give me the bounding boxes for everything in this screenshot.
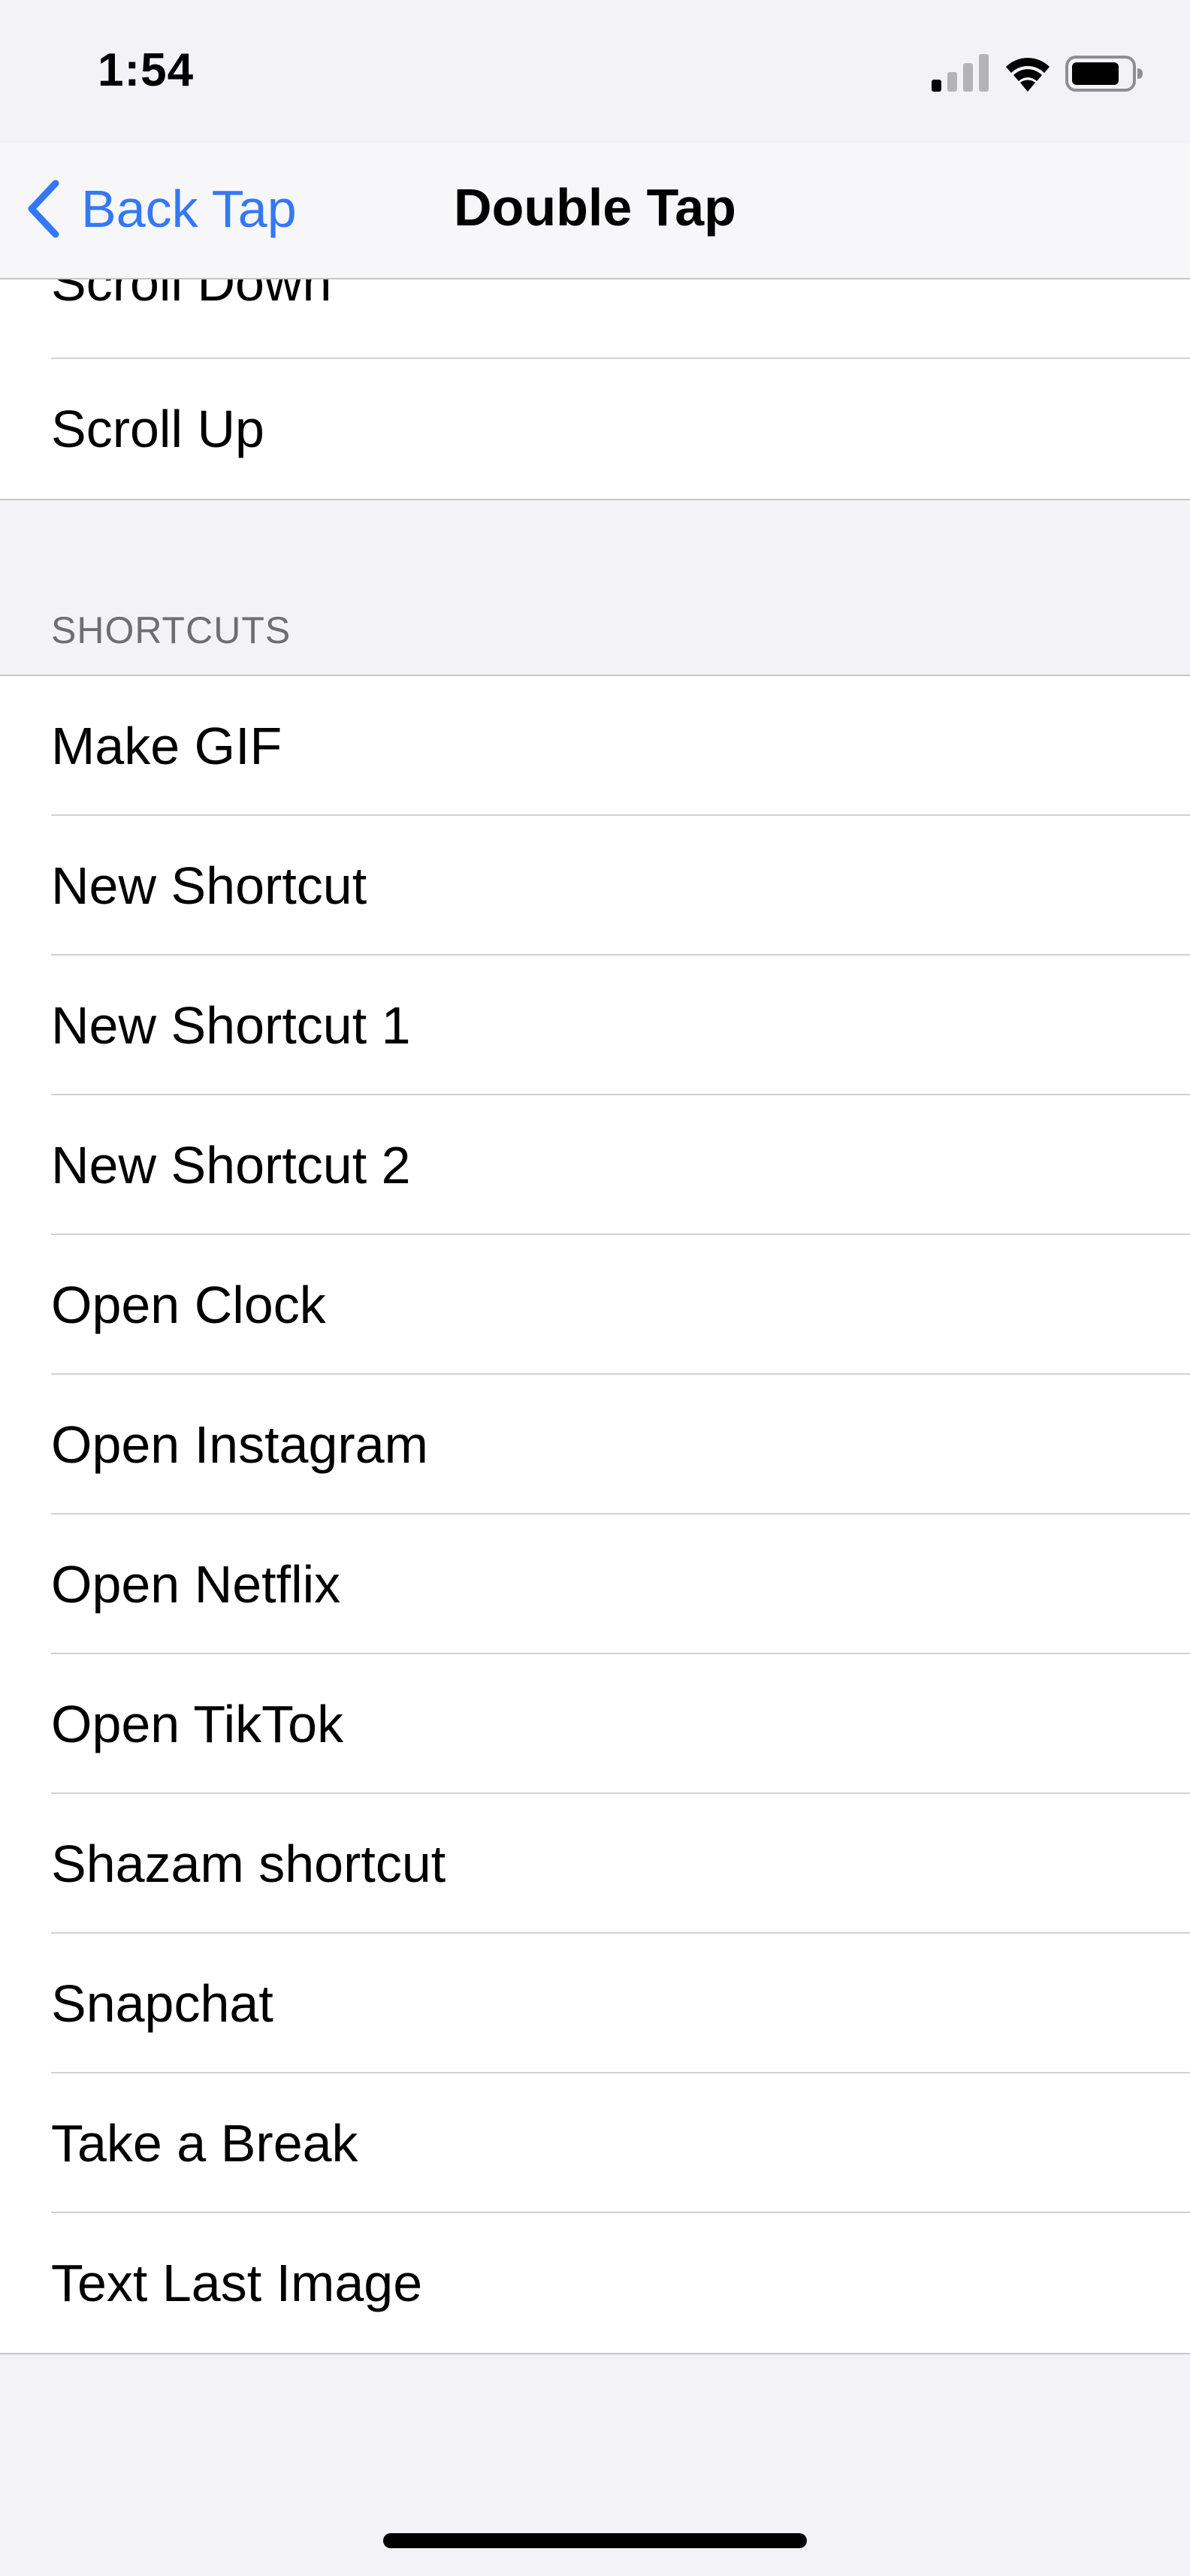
cellular-signal-icon: [932, 54, 989, 92]
page-title: Double Tap: [454, 178, 736, 237]
list-item-label: Make GIF: [51, 717, 282, 775]
list-item-label: Open Clock: [51, 1276, 326, 1334]
section-header-shortcuts: SHORTCUTS: [0, 500, 1190, 675]
battery-icon: [1065, 56, 1143, 92]
list-item-label: Scroll Down: [51, 279, 332, 312]
list-item-label: Take a Break: [51, 2114, 358, 2173]
list-item-label: New Shortcut 2: [51, 1136, 411, 1194]
list-item-scroll-up[interactable]: Scroll Up: [0, 359, 1190, 499]
list-item-label: Shazam shortcut: [51, 1835, 446, 1893]
list-item-take-a-break[interactable]: Take a Break: [0, 2073, 1190, 2213]
list-item-scroll-down[interactable]: Scroll Down: [0, 279, 1190, 359]
list-item-label: Scroll Up: [51, 400, 264, 458]
status-bar: 1:54: [0, 0, 1190, 143]
list-item-make-gif[interactable]: Make GIF: [0, 676, 1190, 816]
list-item-label: Text Last Image: [51, 2254, 423, 2312]
section-header-label: SHORTCUTS: [51, 609, 291, 651]
list-item-new-shortcut[interactable]: New Shortcut: [0, 816, 1190, 956]
list-item-open-netflix[interactable]: Open Netflix: [0, 1514, 1190, 1654]
settings-list: Scroll Down Scroll Up SHORTCUTS Make GIF…: [0, 279, 1190, 2354]
list-item-new-shortcut-2[interactable]: New Shortcut 2: [0, 1095, 1190, 1235]
list-item-label: New Shortcut 1: [51, 996, 411, 1055]
list-item-open-tiktok[interactable]: Open TikTok: [0, 1654, 1190, 1794]
list-item-label: Open Netflix: [51, 1555, 341, 1614]
list-item-snapchat[interactable]: Snapchat: [0, 1934, 1190, 2073]
list-item-open-instagram[interactable]: Open Instagram: [0, 1375, 1190, 1514]
list-item-shazam-shortcut[interactable]: Shazam shortcut: [0, 1794, 1190, 1934]
list-item-label: Open TikTok: [51, 1695, 344, 1753]
list-item-text-last-image[interactable]: Text Last Image: [0, 2213, 1190, 2353]
list-item-label: Open Instagram: [51, 1415, 428, 1474]
actions-group: Scroll Down Scroll Up: [0, 279, 1190, 500]
list-item-label: Snapchat: [51, 1974, 273, 2033]
list-item-label: New Shortcut: [51, 856, 367, 915]
list-item-open-clock[interactable]: Open Clock: [0, 1235, 1190, 1375]
status-time: 1:54: [98, 44, 195, 96]
wifi-icon: [1006, 57, 1050, 92]
shortcuts-group: Make GIF New Shortcut New Shortcut 1 New…: [0, 675, 1190, 2354]
list-item-new-shortcut-1[interactable]: New Shortcut 1: [0, 956, 1190, 1095]
home-indicator[interactable]: [383, 2533, 807, 2548]
navigation-bar: Back Tap Double Tap: [0, 143, 1190, 279]
